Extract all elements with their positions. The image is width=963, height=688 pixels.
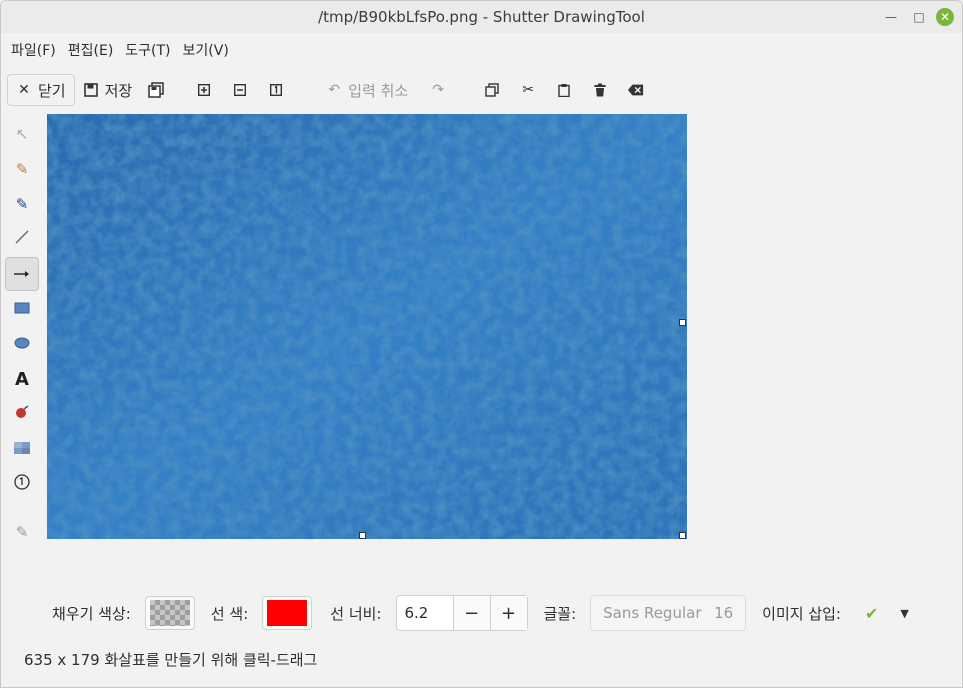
ellipse-tool[interactable] [5, 327, 39, 361]
line-width-spinner: 6.2 − + [395, 595, 528, 631]
undo-label: 입력 취소 [348, 81, 409, 100]
menu-file[interactable]: 파일(F) [5, 40, 62, 60]
status-bar: 635 x 179 화살표를 만들기 위해 클릭-드래그 [24, 651, 318, 669]
dropdown-arrow-icon[interactable]: ▼ [900, 607, 908, 620]
line-width-value[interactable]: 6.2 [397, 596, 453, 630]
highlighter-tool[interactable]: ✎ [5, 187, 39, 221]
image-canvas[interactable] [47, 114, 687, 539]
number-icon [14, 474, 30, 494]
clear-tool[interactable]: ✎ [5, 515, 39, 549]
save-as-button[interactable] [140, 74, 172, 106]
copy-icon [484, 82, 500, 98]
menu-edit[interactable]: 편집(E) [62, 40, 120, 60]
increment-button[interactable]: + [489, 596, 527, 630]
resize-handle-corner[interactable] [679, 532, 686, 539]
save-button[interactable]: 저장 [75, 74, 141, 106]
arrow-tool[interactable] [5, 257, 39, 291]
copy-button[interactable] [476, 74, 508, 106]
arrow-icon [14, 265, 30, 283]
text-tool[interactable]: A [5, 362, 39, 396]
line-tool[interactable] [5, 222, 39, 256]
menu-tools[interactable]: 도구(T) [119, 40, 176, 60]
clear-all-icon [628, 82, 644, 98]
line-icon [15, 230, 29, 248]
line-width-label: 선 너비: [330, 604, 382, 623]
zoom-in-icon [196, 82, 212, 98]
font-label: 글꼴: [543, 604, 577, 623]
blue-texture-image [47, 114, 687, 539]
font-button[interactable]: Sans Regular 16 [590, 595, 747, 631]
close-label: 닫기 [38, 81, 66, 100]
minimize-icon[interactable]: — [880, 6, 902, 28]
number-tool[interactable] [5, 467, 39, 501]
save-as-icon [148, 82, 164, 98]
window-controls: — □ ✕ [880, 6, 954, 28]
trash-icon [592, 82, 608, 98]
insert-image-check-icon[interactable]: ✔ [865, 604, 878, 623]
ellipse-icon [14, 335, 30, 353]
zoom-out-icon [232, 82, 248, 98]
decrement-button[interactable]: − [452, 596, 490, 630]
close-window-icon[interactable]: ✕ [936, 8, 954, 26]
delete-button[interactable] [584, 74, 616, 106]
red-swatch [267, 600, 308, 626]
fill-color-label: 채우기 색상: [52, 604, 131, 623]
line-color-button[interactable] [262, 596, 313, 630]
zoom-original-icon [268, 82, 284, 98]
text-icon: A [15, 368, 29, 390]
paste-icon [556, 82, 572, 98]
redo-icon: ↷ [432, 82, 445, 98]
resize-handle-bottom[interactable] [359, 532, 366, 539]
close-icon: ✕ [18, 82, 30, 98]
censor-tool[interactable] [5, 397, 39, 431]
save-label: 저장 [104, 81, 133, 100]
properties-bar: 채우기 색상: 선 색: 선 너비: 6.2 − + 글꼴: Sans Regu… [1, 593, 962, 633]
eraser-icon: ✎ [15, 523, 29, 541]
line-color-label: 선 색: [210, 604, 249, 623]
cut-button[interactable]: ✂ [512, 74, 544, 106]
font-size: 16 [714, 604, 734, 622]
clear-button[interactable] [620, 74, 652, 106]
menu-view[interactable]: 보기(V) [177, 40, 235, 60]
highlighter-icon: ✎ [15, 195, 29, 213]
resize-handle-right[interactable] [679, 319, 686, 326]
undo-icon: ↶ [328, 82, 341, 98]
window-title: /tmp/B90kbLfsPo.png - Shutter DrawingToo… [318, 8, 645, 26]
close-button[interactable]: ✕ 닫기 [7, 74, 75, 106]
title-bar: /tmp/B90kbLfsPo.png - Shutter DrawingToo… [1, 1, 962, 33]
font-name: Sans Regular [603, 604, 702, 622]
zoom-100-button[interactable] [260, 74, 292, 106]
cut-icon: ✂ [522, 82, 535, 98]
tool-sidebar: ↖ ✎ ✎ A ✎ [5, 117, 43, 550]
zoom-out-button[interactable] [224, 74, 256, 106]
rectangle-tool[interactable] [5, 292, 39, 326]
freehand-tool[interactable]: ✎ [5, 152, 39, 186]
toolbar: ✕ 닫기 저장 ↶ 입력 취소 ↷ ✂ [1, 71, 962, 109]
transparent-swatch [149, 600, 190, 626]
pencil-icon: ✎ [15, 160, 29, 178]
maximize-icon[interactable]: □ [908, 6, 930, 28]
pixelate-icon [14, 440, 30, 458]
save-icon [83, 82, 99, 98]
fill-color-button[interactable] [144, 596, 195, 630]
redo-button[interactable]: ↷ [422, 74, 454, 106]
undo-button[interactable]: ↶ 입력 취소 [318, 74, 416, 106]
menu-bar: 파일(F) 편집(E) 도구(T) 보기(V) [1, 33, 962, 67]
paste-button[interactable] [548, 74, 580, 106]
pixelate-tool[interactable] [5, 432, 39, 466]
app-window: /tmp/B90kbLfsPo.png - Shutter DrawingToo… [0, 0, 963, 688]
insert-image-label: 이미지 삽입: [762, 604, 841, 623]
select-tool[interactable]: ↖ [5, 117, 39, 151]
zoom-in-button[interactable] [188, 74, 220, 106]
rectangle-icon [14, 300, 30, 318]
censor-icon [14, 404, 30, 424]
pointer-icon: ↖ [15, 125, 29, 143]
